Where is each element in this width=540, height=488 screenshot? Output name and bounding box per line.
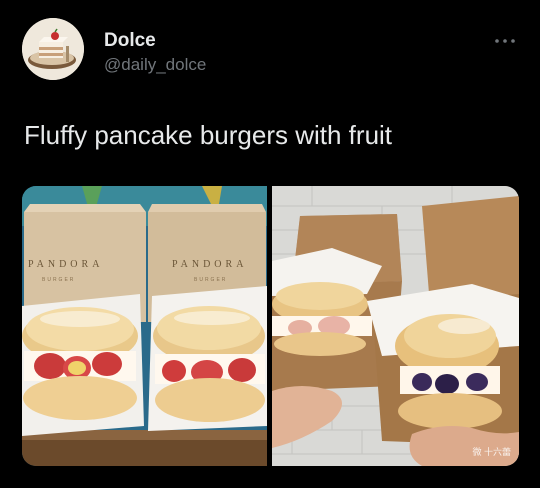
tweet-card: Dolce @daily_dolce Fluffy pancake burger… bbox=[0, 0, 540, 488]
tweet-text: Fluffy pancake burgers with fruit bbox=[24, 120, 393, 150]
media-grid: PANDORA BURGER PANDORA BURGER 微 十六蕾 bbox=[22, 186, 519, 466]
photo-pancake-burgers-boxes[interactable]: PANDORA BURGER PANDORA BURGER bbox=[22, 186, 267, 466]
box-sub-label-1: BURGER bbox=[42, 277, 75, 283]
display-name[interactable]: Dolce bbox=[104, 30, 156, 52]
cake-avatar-icon bbox=[22, 18, 84, 80]
box-brand-label-1: PANDORA bbox=[28, 259, 103, 270]
box-brand-label-2: PANDORA bbox=[172, 259, 247, 270]
photo-pancake-burgers-hands[interactable]: 微 十六蕾 bbox=[272, 186, 519, 466]
username-handle[interactable]: @daily_dolce bbox=[104, 55, 206, 75]
avatar[interactable] bbox=[22, 18, 84, 80]
watermark-label: 微 十六蕾 bbox=[472, 447, 511, 457]
box-sub-label-2: BURGER bbox=[194, 277, 227, 283]
more-options-icon[interactable] bbox=[492, 34, 518, 46]
